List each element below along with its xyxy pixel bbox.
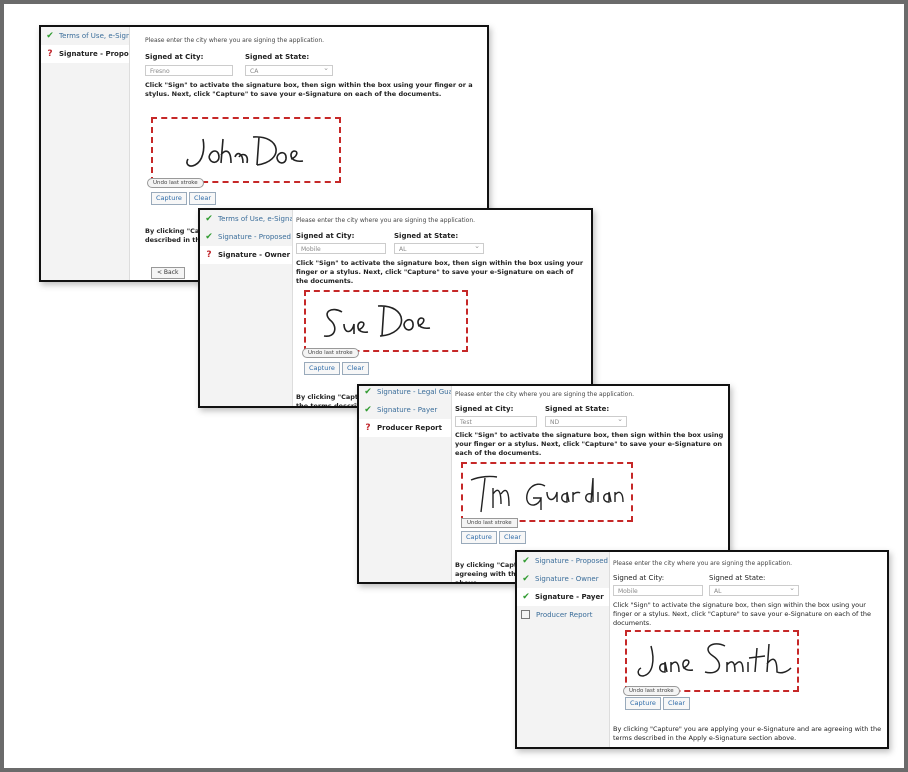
signature-box[interactable] xyxy=(151,117,341,183)
signature-box[interactable] xyxy=(625,630,799,692)
sidebar-item-payer[interactable]: ✔ Signature - Payer xyxy=(517,588,609,606)
signature-form: Please enter the city where you are sign… xyxy=(292,210,591,406)
undo-stroke-button[interactable]: Undo last stroke xyxy=(147,178,204,188)
state-label: Signed at State: xyxy=(709,574,766,582)
sign-instructions: Click "Sign" to activate the signature b… xyxy=(613,601,872,627)
intro-text: Please enter the city where you are sign… xyxy=(613,560,793,567)
clear-button[interactable]: Clear xyxy=(663,697,690,710)
intro-text: Please enter the city where you are sign… xyxy=(145,37,325,44)
sidebar-item-label: Signature - Proposed I... xyxy=(59,50,129,58)
sidebar-item-label: Terms of Use, e-Signat... xyxy=(59,32,129,40)
sidebar-item-proposed[interactable]: ✔ Signature - Proposed I... xyxy=(517,552,609,570)
consent-text: By clicking "Capture" you are applying y… xyxy=(613,725,882,742)
back-button[interactable]: < Back xyxy=(151,267,185,279)
sidebar-item-proposed[interactable]: ? Signature - Proposed I... xyxy=(41,45,129,63)
screenshot-panel-4: ✔ Signature - Proposed I... ✔ Signature - … xyxy=(515,550,889,749)
sidebar-item-legal-guardian[interactable]: ✔ Signature - Legal Guar... xyxy=(359,386,451,401)
state-label: Signed at State: xyxy=(245,53,310,61)
state-select[interactable]: AL xyxy=(394,241,484,254)
question-icon: ? xyxy=(365,423,371,433)
check-icon: ✔ xyxy=(522,556,530,566)
signature-box[interactable] xyxy=(461,462,633,522)
sidebar-item-label: Signature - Legal Guar... xyxy=(377,388,451,396)
city-label: Signed at City: xyxy=(296,232,355,240)
question-icon: ? xyxy=(47,49,53,59)
signature-drawing xyxy=(637,643,792,677)
step-sidebar: ✔ Signature - Legal Guar... ✔ Signature - … xyxy=(359,386,452,582)
step-sidebar: ✔ Signature - Proposed I... ✔ Signature - … xyxy=(517,552,610,747)
intro-text: Please enter the city where you are sign… xyxy=(455,391,635,398)
sidebar-item-label: Signature - Payer xyxy=(377,406,438,414)
undo-stroke-button[interactable]: Undo last stroke xyxy=(623,686,680,696)
sidebar-item-owner[interactable]: ? Signature - Owner xyxy=(200,246,292,264)
state-label: Signed at State: xyxy=(394,232,459,240)
state-select[interactable]: AL xyxy=(709,583,799,596)
sidebar-item-terms[interactable]: ✔ Terms of Use, e-Signat... xyxy=(41,27,129,45)
check-icon: ✔ xyxy=(205,214,213,224)
signature-form: Please enter the city where you are sign… xyxy=(609,552,887,747)
capture-button[interactable]: Capture xyxy=(461,531,497,544)
sign-instructions: Click "Sign" to activate the signature b… xyxy=(145,81,473,98)
signature-box[interactable] xyxy=(304,290,468,352)
city-input[interactable]: Fresno xyxy=(145,65,233,76)
city-label: Signed at City: xyxy=(613,574,665,582)
clear-button[interactable]: Clear xyxy=(499,531,526,544)
step-sidebar: ✔ Terms of Use, e-Signat... ? Signature - … xyxy=(41,27,130,280)
state-select[interactable]: CA xyxy=(245,63,333,76)
city-input[interactable]: Mobile xyxy=(613,585,703,596)
collage-frame: ✔ Terms of Use, e-Signat... ? Signature - … xyxy=(0,0,908,772)
sidebar-item-label: Signature - Payer xyxy=(535,593,604,601)
sign-instructions: Click "Sign" to activate the signature b… xyxy=(296,259,584,285)
state-select[interactable]: ND xyxy=(545,414,627,427)
sidebar-item-label: Producer Report xyxy=(536,610,593,619)
sidebar-item-terms[interactable]: ✔ Terms of Use, e-Signat... xyxy=(200,210,292,228)
checkbox-icon xyxy=(521,610,530,619)
city-label: Signed at City: xyxy=(145,53,204,61)
check-icon: ✔ xyxy=(364,387,372,397)
undo-stroke-button[interactable]: Undo last stroke xyxy=(461,518,518,528)
sidebar-item-producer-report[interactable]: ? Producer Report xyxy=(359,419,451,437)
sidebar-item-owner[interactable]: ✔ Signature - Owner xyxy=(517,570,609,588)
screenshot-panel-2: ✔ Terms of Use, e-Signat... ✔ Signature - … xyxy=(198,208,593,408)
sidebar-item-label: Signature - Proposed I... xyxy=(218,233,292,241)
question-icon: ? xyxy=(206,250,212,260)
signature-drawing xyxy=(323,305,431,337)
signature-drawing xyxy=(470,475,624,513)
sidebar-item-proposed[interactable]: ✔ Signature - Proposed I... xyxy=(200,228,292,246)
check-icon: ✔ xyxy=(522,574,530,584)
sign-instructions: Click "Sign" to activate the signature b… xyxy=(455,431,724,457)
sidebar-item-payer[interactable]: ✔ Signature - Payer xyxy=(359,401,451,419)
signature-drawing xyxy=(186,136,304,167)
intro-text: Please enter the city where you are sign… xyxy=(296,217,476,224)
check-icon: ✔ xyxy=(364,405,372,415)
sidebar-item-label: Terms of Use, e-Signat... xyxy=(218,215,292,223)
state-label: Signed at State: xyxy=(545,405,610,413)
capture-button[interactable]: Capture xyxy=(151,192,187,205)
undo-stroke-button[interactable]: Undo last stroke xyxy=(302,348,359,358)
city-input[interactable]: Test xyxy=(455,416,537,427)
city-input[interactable]: Mobile xyxy=(296,243,386,254)
sidebar-item-label: Signature - Owner xyxy=(218,251,291,259)
clear-button[interactable]: Clear xyxy=(342,362,369,375)
check-icon: ✔ xyxy=(205,232,213,242)
check-icon: ✔ xyxy=(522,592,530,602)
step-sidebar: ✔ Terms of Use, e-Signat... ✔ Signature - … xyxy=(200,210,293,406)
check-icon: ✔ xyxy=(46,31,54,41)
sidebar-item-producer-report[interactable]: Producer Report xyxy=(517,606,609,623)
clear-button[interactable]: Clear xyxy=(189,192,216,205)
capture-button[interactable]: Capture xyxy=(304,362,340,375)
sidebar-item-label: Signature - Proposed I... xyxy=(535,557,609,565)
capture-button[interactable]: Capture xyxy=(625,697,661,710)
city-label: Signed at City: xyxy=(455,405,514,413)
sidebar-item-label: Producer Report xyxy=(377,424,442,432)
sidebar-item-label: Signature - Owner xyxy=(535,575,599,583)
